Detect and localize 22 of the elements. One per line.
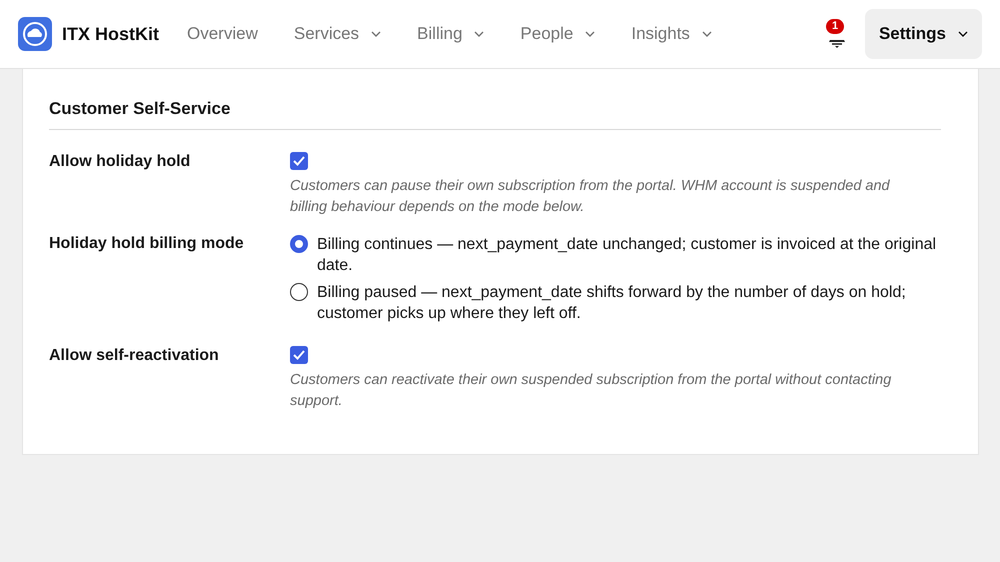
notification-badge: 1 (826, 19, 844, 34)
section-heading: Customer Self-Service (49, 99, 941, 130)
radio-button[interactable] (290, 235, 308, 253)
cloud-logo-icon (18, 17, 52, 51)
checkbox[interactable] (290, 346, 308, 364)
checkbox[interactable] (290, 152, 308, 170)
nav-menu-item[interactable]: Services (294, 24, 382, 44)
radio-option-label: Billing paused — next_payment_date shifts forward by the number of days on hold; customer picks up where they left off. (317, 283, 907, 324)
field-label: Holiday hold billing mode (49, 234, 245, 254)
help-text: Customers can pause their own subscription from the portal. WHM account is suspended and billing behaviour depends on the mode below. (290, 177, 891, 217)
nav-menu-item[interactable]: People (520, 24, 596, 44)
help-text: Customers can reactivate their own suspended subscription from the portal without contacting support. (290, 371, 892, 411)
nav-menu-item[interactable]: Billing (417, 24, 484, 44)
field-label: Allow holiday hold (49, 152, 192, 172)
field-label: Allow self-reactivation (49, 346, 220, 366)
chevron-down-icon (958, 31, 968, 37)
nav-menu-item[interactable]: Insights (631, 24, 712, 44)
settings-menu-button[interactable]: Settings (864, 9, 982, 59)
brand-name: ITX HostKit (62, 24, 159, 44)
radio-button[interactable] (290, 283, 308, 301)
radio-option-label: Billing continues — next_payment_date unchanged; customer is invoiced at the original date. (317, 235, 938, 276)
nav-menu-item[interactable]: Overview (187, 24, 258, 44)
